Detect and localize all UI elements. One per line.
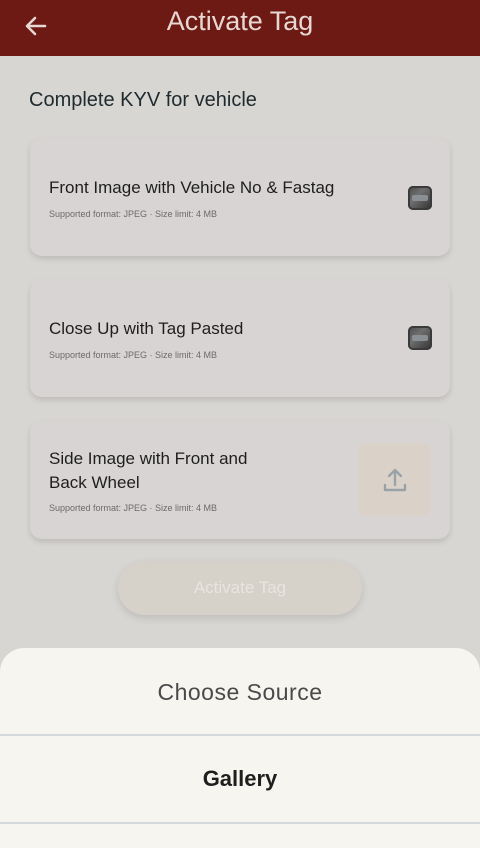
card-title: Front Image with Vehicle No & Fastag	[49, 178, 335, 197]
app-bar: Activate Tag	[0, 0, 480, 56]
image-thumbnail[interactable]	[408, 326, 432, 350]
gallery-option[interactable]: Gallery	[0, 766, 480, 792]
image-thumbnail[interactable]	[408, 186, 432, 210]
card-title-line2: Back Wheel	[49, 473, 140, 492]
card-title: Side Image with Front and	[49, 449, 248, 468]
card-title: Close Up with Tag Pasted	[49, 319, 244, 338]
upload-card-front-image[interactable]: Front Image with Vehicle No & Fastag Sup…	[30, 138, 450, 256]
card-meta: Supported format: JPEG · Size limit: 4 M…	[49, 503, 218, 513]
sheet-divider	[0, 734, 480, 736]
choose-source-sheet: Choose Source Gallery	[0, 648, 480, 848]
card-meta: Supported format: JPEG · Size limit: 4 M…	[49, 209, 218, 219]
upload-card-side-image[interactable]: Side Image with Front and Back Wheel Sup…	[30, 421, 450, 539]
sheet-title: Choose Source	[157, 679, 323, 705]
sheet-divider	[0, 822, 480, 824]
upload-button[interactable]	[358, 443, 431, 516]
section-heading: Complete KYV for vehicle	[29, 89, 257, 111]
card-meta: Supported format: JPEG · Size limit: 4 M…	[49, 350, 218, 360]
upload-icon	[383, 468, 406, 491]
activate-tag-button[interactable]: Activate Tag	[118, 561, 362, 615]
upload-card-close-up[interactable]: Close Up with Tag Pasted Supported forma…	[30, 279, 450, 397]
page-title: Activate Tag	[166, 6, 314, 36]
